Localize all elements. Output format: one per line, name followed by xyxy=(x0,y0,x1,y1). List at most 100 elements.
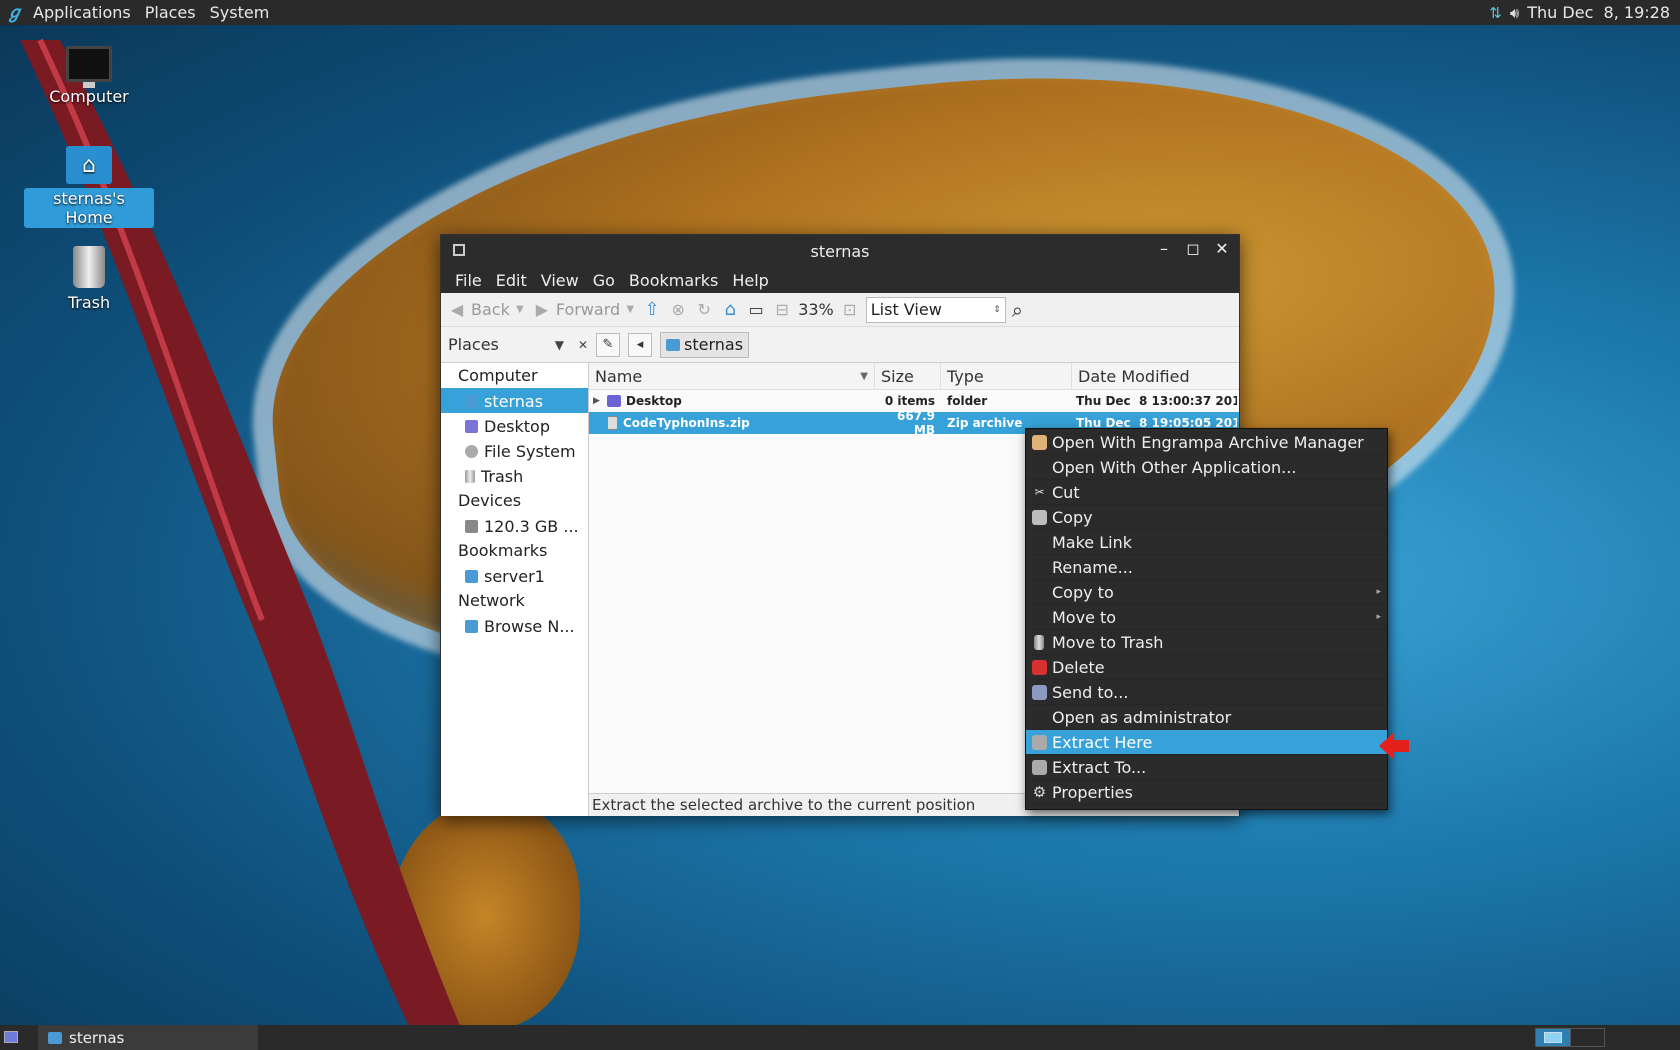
distro-logo-icon[interactable]: ℊ xyxy=(6,4,24,22)
menu-item-open-as-admin[interactable]: Open as administrator xyxy=(1026,705,1387,730)
back-button[interactable]: ◀ Back ▼ xyxy=(447,300,526,320)
menu-go[interactable]: Go xyxy=(586,271,622,290)
menu-item-cut[interactable]: ✂ Cut xyxy=(1026,480,1387,505)
menu-item-delete[interactable]: Delete xyxy=(1026,655,1387,680)
menu-file[interactable]: File xyxy=(448,271,489,290)
menu-item-move-to[interactable]: Move to ▸ xyxy=(1026,605,1387,630)
search-icon[interactable]: ⌕ xyxy=(1012,298,1023,322)
menu-item-properties[interactable]: ⚙ Properties xyxy=(1026,780,1387,805)
panel-menu: Applications Places System xyxy=(26,3,276,22)
sidebar: Computer sternas Desktop File System Tra… xyxy=(441,363,589,816)
menu-item-label: Extract To... xyxy=(1052,757,1147,777)
sidebar-item-sternas[interactable]: sternas xyxy=(441,388,588,413)
zoom-out-icon[interactable]: ⊟ xyxy=(772,300,792,320)
sidebar-item-desktop[interactable]: Desktop xyxy=(441,413,588,438)
archive-icon xyxy=(1032,760,1047,775)
trash-icon xyxy=(465,469,475,483)
menu-item-move-to-trash[interactable]: Move to Trash xyxy=(1026,630,1387,655)
back-label: Back xyxy=(471,300,510,319)
column-header-name[interactable]: Name ▼ xyxy=(589,362,875,390)
places-label[interactable]: Places xyxy=(448,335,499,354)
clock[interactable]: Thu Dec 8, 19:28 xyxy=(1527,3,1670,22)
network-icon[interactable]: ⇅ xyxy=(1489,4,1502,22)
file-name: Desktop xyxy=(626,394,682,408)
applications-menu[interactable]: Applications xyxy=(26,3,138,22)
list-header: Name ▼ Size Type Date Modified xyxy=(589,362,1239,390)
menu-item-open-with-other[interactable]: Open With Other Application... xyxy=(1026,455,1387,480)
sidebar-item-label: Desktop xyxy=(484,416,550,436)
workspace-1[interactable] xyxy=(1536,1029,1570,1046)
zoom-in-icon[interactable]: ⊡ xyxy=(840,300,860,320)
close-sidepane-icon[interactable]: ✕ xyxy=(578,338,588,352)
places-menu[interactable]: Places xyxy=(138,3,203,22)
menu-item-extract-here[interactable]: Extract Here xyxy=(1026,730,1387,755)
menu-bookmarks[interactable]: Bookmarks xyxy=(622,271,725,290)
menu-item-label: Open With Other Application... xyxy=(1052,457,1297,477)
close-icon[interactable]: ✕ xyxy=(1211,239,1233,258)
sidebar-item-trash[interactable]: Trash xyxy=(441,463,588,488)
reload-icon[interactable]: ↻ xyxy=(694,300,714,320)
column-header-date[interactable]: Date Modified xyxy=(1072,363,1237,390)
menu-item-send-to[interactable]: Send to... xyxy=(1026,680,1387,705)
breadcrumb[interactable]: sternas xyxy=(660,331,750,358)
minimize-icon[interactable]: – xyxy=(1153,239,1175,258)
network-folder-icon xyxy=(465,569,478,583)
computer-icon[interactable]: ▭ xyxy=(746,300,766,320)
expander-icon[interactable]: ▶ xyxy=(593,396,602,406)
window-titlebar[interactable]: sternas – ◻ ✕ xyxy=(441,235,1239,267)
workspace-switcher[interactable] xyxy=(1535,1028,1605,1047)
forward-label: Forward xyxy=(555,300,621,319)
menu-help[interactable]: Help xyxy=(725,271,775,290)
volume-icon[interactable]: 🔊︎ xyxy=(1510,4,1519,22)
menu-item-make-link[interactable]: Make Link xyxy=(1026,530,1387,555)
menubar: File Edit View Go Bookmarks Help xyxy=(441,267,1239,293)
desktop-icon-home[interactable]: ⌂ sternas's Home xyxy=(24,146,154,228)
maximize-icon[interactable]: ◻ xyxy=(1182,239,1204,258)
workspace-2[interactable] xyxy=(1569,1029,1604,1046)
forward-button[interactable]: ▶ Forward ▼ xyxy=(532,300,636,320)
taskbar-button-sternas[interactable]: sternas xyxy=(38,1025,258,1050)
path-scroll-left-button[interactable]: ◂ xyxy=(628,332,652,357)
menu-item-label: Send to... xyxy=(1052,682,1129,702)
menu-item-rename[interactable]: Rename... xyxy=(1026,555,1387,580)
menu-item-open-with-engrampa[interactable]: Open With Engrampa Archive Manager xyxy=(1026,430,1387,455)
home-folder-icon: ⌂ xyxy=(66,146,112,184)
stop-icon[interactable]: ⊗ xyxy=(668,300,688,320)
menu-item-label: Open as administrator xyxy=(1052,707,1232,727)
menu-item-label: Copy to xyxy=(1052,582,1114,602)
desktop-icon-trash[interactable]: Trash xyxy=(24,246,154,313)
expander-placeholder: ▶ xyxy=(593,418,602,428)
system-menu[interactable]: System xyxy=(203,3,277,22)
toggle-location-edit-button[interactable]: ✎ xyxy=(596,332,620,357)
menu-item-label: Move to xyxy=(1052,607,1117,627)
chevron-down-icon[interactable]: ▼ xyxy=(624,300,636,320)
up-arrow-icon[interactable]: ⇧ xyxy=(642,299,662,320)
submenu-arrow-icon: ▸ xyxy=(1376,612,1381,622)
column-header-size[interactable]: Size xyxy=(875,362,941,390)
chevron-down-icon[interactable]: ▼ xyxy=(555,338,564,352)
sidebar-item-filesystem[interactable]: File System xyxy=(441,438,588,463)
menu-item-copy[interactable]: Copy xyxy=(1026,505,1387,530)
sidebar-item-browse-network[interactable]: Browse N... xyxy=(441,613,588,638)
show-desktop-icon[interactable] xyxy=(4,1031,18,1043)
menu-edit[interactable]: Edit xyxy=(489,271,534,290)
chevron-down-icon[interactable]: ▼ xyxy=(514,300,526,320)
home-folder-icon xyxy=(666,338,680,351)
window-menu-icon[interactable] xyxy=(453,244,465,256)
sort-down-icon: ▼ xyxy=(860,370,868,382)
home-icon[interactable]: ⌂ xyxy=(720,299,740,320)
menu-item-label: Copy xyxy=(1052,507,1093,527)
menu-item-label: Make Link xyxy=(1052,532,1132,552)
column-header-type[interactable]: Type xyxy=(941,362,1072,390)
view-mode-select[interactable]: List View ⇕ xyxy=(865,296,1006,323)
sidebar-item-server1[interactable]: server1 xyxy=(441,563,588,588)
drive-icon xyxy=(465,519,478,533)
menu-item-extract-to[interactable]: Extract To... xyxy=(1026,755,1387,780)
send-icon xyxy=(1032,685,1047,700)
menu-item-copy-to[interactable]: Copy to ▸ xyxy=(1026,580,1387,605)
menu-view[interactable]: View xyxy=(534,271,586,290)
menu-item-label: Move to Trash xyxy=(1052,632,1164,652)
sidebar-item-drive[interactable]: 120.3 GB ... xyxy=(441,513,588,538)
filesystem-icon xyxy=(465,444,478,458)
desktop-icon-computer[interactable]: Computer xyxy=(24,46,154,107)
